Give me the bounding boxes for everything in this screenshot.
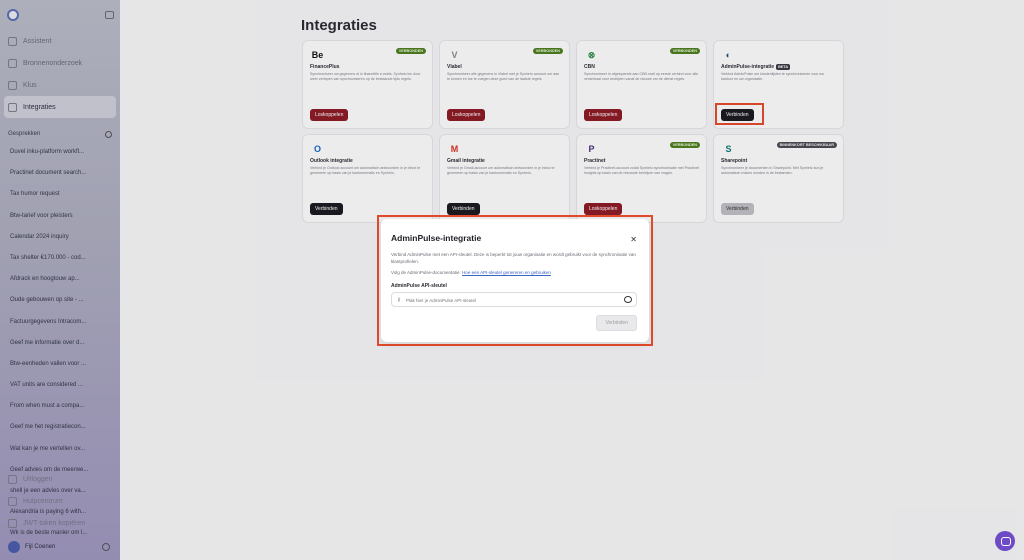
api-key-input[interactable] [406,295,606,305]
api-key-field[interactable]: ⚷ [391,292,637,307]
adminpulse-modal: AdminPulse-integratie ✕ Verbind AdminPul… [381,219,649,342]
modal-description: Verbind AdminPulse met een API-sleutel. … [391,252,636,264]
doc-prefix: Volg de AdminPulse-documentatie: [391,270,461,275]
doc-link[interactable]: Hoe een API-sleutel genereren en gebruik… [462,270,551,275]
close-icon[interactable]: ✕ [630,235,637,244]
modal-title: AdminPulse-integratie [391,233,482,243]
key-icon: ⚷ [397,297,401,303]
api-key-label: AdminPulse API-sleutel [391,283,447,289]
chat-launcher-icon[interactable] [995,531,1015,551]
eye-icon[interactable] [624,296,632,303]
modal-doc-line: Volg de AdminPulse-documentatie: Hoe een… [391,270,639,275]
connect-button[interactable]: Verbinden [596,315,637,331]
